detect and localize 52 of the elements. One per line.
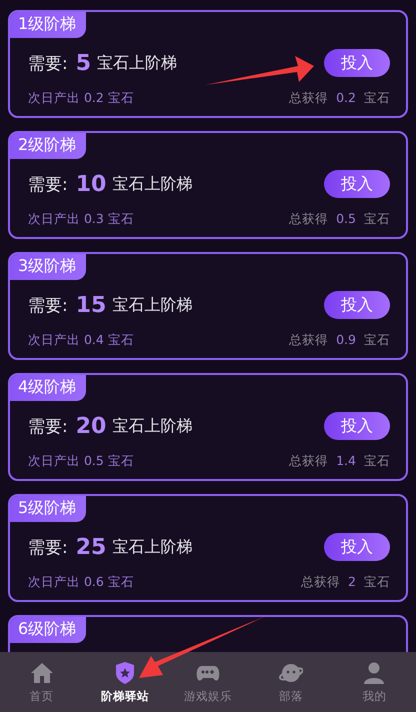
total-label: 总获得: [289, 90, 328, 107]
daily-output: 次日产出 0.2 宝石: [28, 90, 134, 107]
total-label: 总获得: [301, 574, 340, 591]
invest-button[interactable]: 投入: [324, 412, 390, 440]
total-unit: 宝石: [364, 90, 390, 107]
home-icon: [30, 660, 54, 684]
tab-item[interactable]: 游戏娱乐: [166, 652, 250, 712]
total-unit: 宝石: [364, 211, 390, 228]
invest-button[interactable]: 投入: [324, 533, 390, 561]
requirement-label: 需要:: [28, 52, 68, 74]
level-title: 6级阶梯: [10, 617, 86, 643]
daily-output: 次日产出 0.3 宝石: [28, 211, 134, 228]
requirement-text: 宝石上阶梯: [112, 294, 192, 316]
requirement-label: 需要:: [28, 416, 68, 438]
level-title: 1级阶梯: [10, 12, 86, 38]
gem-amount: 5: [76, 50, 92, 76]
total-value: 2: [348, 574, 356, 591]
invest-button[interactable]: 投入: [324, 291, 390, 319]
total-value: 0.9: [336, 332, 356, 349]
tab-item[interactable]: 部落: [250, 652, 333, 712]
total-unit: 宝石: [364, 453, 390, 470]
requirement-text: 宝石上阶梯: [97, 52, 178, 74]
level-title: 2级阶梯: [10, 133, 86, 159]
total-label: 总获得: [289, 332, 328, 349]
requirement-text: 宝石上阶梯: [112, 536, 192, 558]
total-label: 总获得: [289, 211, 328, 228]
person-icon: [362, 660, 386, 684]
tab-item[interactable]: 我的: [332, 652, 416, 712]
requirement-label: 需要:: [28, 294, 68, 316]
daily-output: 次日产出 0.5 宝石: [28, 453, 134, 470]
requirement-label: 需要:: [28, 174, 68, 196]
requirement-text: 宝石上阶梯: [112, 174, 192, 194]
level-title: 4级阶梯: [10, 375, 86, 401]
daily-output: 次日产出 0.6 宝石: [28, 574, 134, 591]
invest-button[interactable]: 投入: [324, 49, 390, 77]
total-unit: 宝石: [364, 332, 390, 349]
requirement-text: 宝石上阶梯: [112, 416, 192, 436]
total-value: 0.5: [336, 211, 356, 228]
tab-item[interactable]: 首页: [0, 652, 84, 712]
gem-amount: 10: [76, 172, 106, 196]
requirement-label: 需要:: [28, 536, 68, 558]
daily-output: 次日产出 0.4 宝石: [28, 332, 134, 349]
gem-amount: 20: [76, 414, 106, 438]
invest-button[interactable]: 投入: [324, 170, 390, 198]
gem-amount: 25: [76, 534, 106, 560]
gem-amount: 15: [76, 292, 106, 318]
total-label: 总获得: [289, 453, 328, 470]
level-title: 5级阶梯: [10, 496, 86, 522]
total-unit: 宝石: [364, 574, 390, 591]
level-title: 3级阶梯: [10, 254, 86, 280]
total-value: 0.2: [336, 90, 356, 107]
total-value: 1.4: [336, 453, 356, 470]
